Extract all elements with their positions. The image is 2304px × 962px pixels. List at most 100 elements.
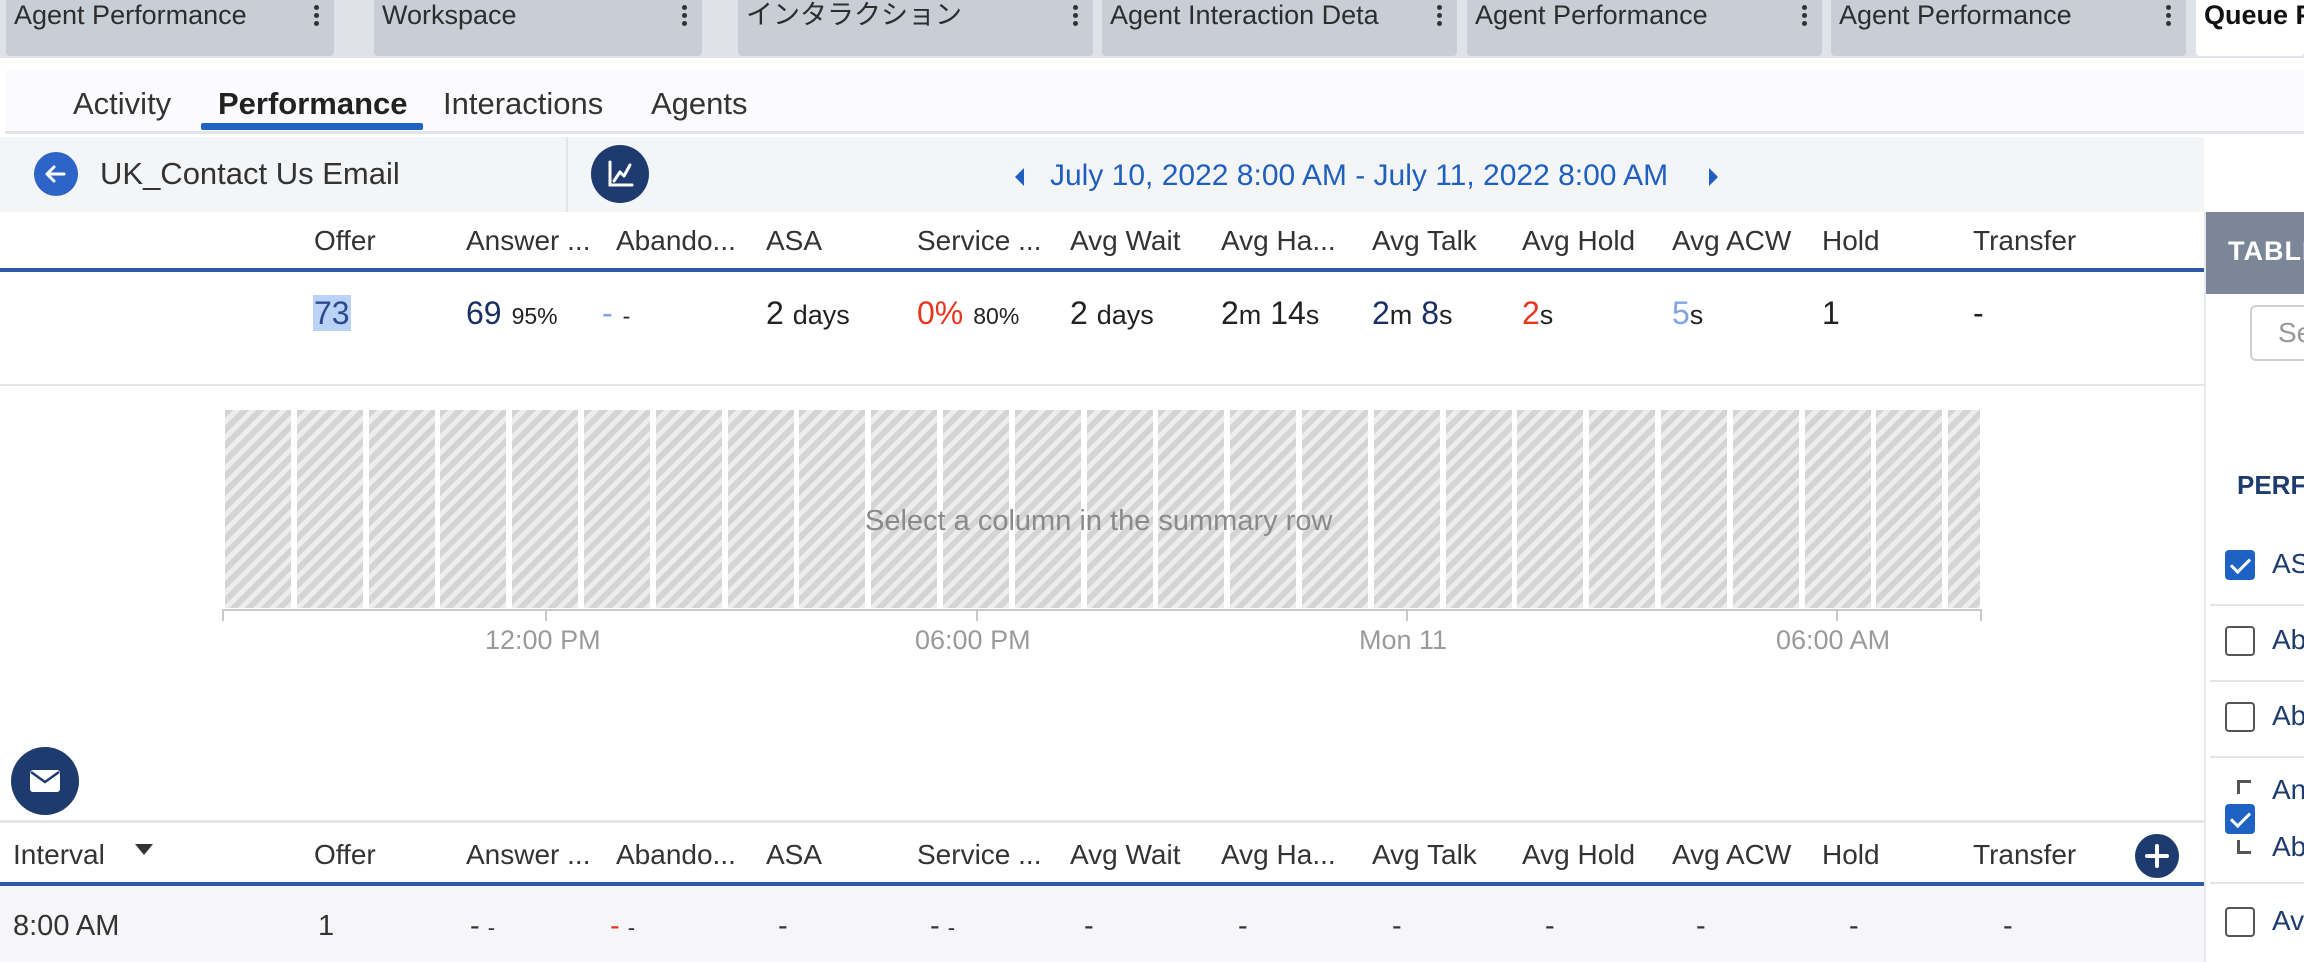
col-header-avg-acw[interactable]: Avg ACW: [1672, 838, 1791, 872]
col-header-abandon[interactable]: Abando...: [616, 224, 736, 258]
cell-avg-talk[interactable]: -: [1392, 908, 1402, 944]
chart-column[interactable]: [1373, 410, 1440, 608]
chart-column[interactable]: [1732, 410, 1799, 608]
chart-column[interactable]: [440, 410, 507, 608]
cell-service-level[interactable]: - -: [930, 908, 955, 946]
cell-avg-hold[interactable]: -: [1545, 908, 1555, 944]
cell-transfer[interactable]: -: [2003, 908, 2013, 944]
more-vertical-icon[interactable]: [1071, 2, 1079, 28]
more-vertical-icon[interactable]: [1435, 2, 1443, 28]
cell-avg-wait[interactable]: -: [1084, 908, 1094, 944]
email-media-button[interactable]: [11, 747, 79, 815]
app-tab-agent-performance-3[interactable]: Agent Performance: [1831, 0, 2186, 56]
chart-column[interactable]: [225, 410, 291, 608]
tab-performance[interactable]: Performance: [218, 84, 408, 124]
chart-column[interactable]: [1445, 410, 1512, 608]
chart-toggle-button[interactable]: [591, 145, 649, 203]
summary-avg-talk[interactable]: 2m 8s: [1372, 293, 1452, 335]
app-tab-queue-performance[interactable]: Queue P: [2196, 0, 2304, 56]
column-checkbox[interactable]: [2225, 550, 2255, 580]
summary-avg-acw[interactable]: 5s: [1672, 293, 1703, 335]
col-header-avg-hold[interactable]: Avg Hold: [1522, 224, 1635, 258]
cell-hold[interactable]: -: [1849, 908, 1859, 944]
col-header-avg-talk[interactable]: Avg Talk: [1372, 838, 1477, 872]
col-header-interval[interactable]: Interval: [13, 838, 105, 872]
column-checkbox[interactable]: [2225, 907, 2255, 937]
cell-avg-acw[interactable]: -: [1696, 908, 1706, 944]
cell-offer[interactable]: 1: [318, 908, 334, 944]
tab-agents[interactable]: Agents: [651, 84, 748, 124]
app-tab-workspace[interactable]: Workspace: [374, 0, 702, 56]
col-header-transfer[interactable]: Transfer: [1973, 838, 2076, 872]
chart-column[interactable]: [1589, 410, 1656, 608]
summary-offer[interactable]: 73: [313, 293, 351, 333]
chart-column[interactable]: [368, 410, 435, 608]
summary-abandon[interactable]: --: [602, 293, 630, 336]
col-header-asa[interactable]: ASA: [766, 838, 822, 872]
app-tab-label: Agent Performance: [14, 0, 247, 30]
col-header-asa[interactable]: ASA: [766, 224, 822, 258]
col-header-avg-acw[interactable]: Avg ACW: [1672, 224, 1791, 258]
summary-avg-handle[interactable]: 2m 14s: [1221, 293, 1319, 335]
column-checkbox[interactable]: [2225, 626, 2255, 656]
cell-answer[interactable]: - -: [470, 908, 495, 946]
col-header-transfer[interactable]: Transfer: [1973, 224, 2076, 258]
more-vertical-icon[interactable]: [1800, 2, 1808, 28]
next-date-icon[interactable]: [1709, 168, 1718, 186]
col-header-avg-handle[interactable]: Avg Ha...: [1221, 224, 1336, 258]
col-header-abandon[interactable]: Abando...: [616, 838, 736, 872]
col-header-service-level[interactable]: Service ...: [917, 224, 1041, 258]
col-header-answer[interactable]: Answer ...: [466, 838, 590, 872]
cell-asa[interactable]: -: [778, 908, 788, 944]
tab-activity[interactable]: Activity: [73, 84, 171, 124]
sort-caret-icon[interactable]: [135, 844, 153, 855]
summary-answer[interactable]: 69 95%: [466, 293, 558, 336]
previous-date-icon[interactable]: [1015, 168, 1024, 186]
chart-column[interactable]: [1876, 410, 1943, 608]
app-tab-agent-interaction-detail[interactable]: Agent Interaction Deta: [1102, 0, 1457, 56]
col-header-avg-talk[interactable]: Avg Talk: [1372, 224, 1477, 258]
col-header-avg-wait[interactable]: Avg Wait: [1070, 224, 1180, 258]
cell-abandon[interactable]: - -: [610, 908, 635, 946]
col-header-service-level[interactable]: Service ...: [917, 838, 1041, 872]
column-group-checkbox[interactable]: [2225, 804, 2255, 834]
summary-avg-hold[interactable]: 2s: [1522, 293, 1553, 335]
column-checkbox[interactable]: [2225, 702, 2255, 732]
summary-avg-wait[interactable]: 2 days: [1070, 293, 1154, 335]
chart-column[interactable]: [296, 410, 363, 608]
more-vertical-icon[interactable]: [312, 2, 320, 28]
more-vertical-icon[interactable]: [680, 2, 688, 28]
summary-asa[interactable]: 2 days: [766, 293, 850, 335]
app-tab-interactions-jp[interactable]: インタラクション: [738, 0, 1093, 56]
chart-column[interactable]: [512, 410, 579, 608]
chart-column[interactable]: [1661, 410, 1727, 608]
col-header-avg-hold[interactable]: Avg Hold: [1522, 838, 1635, 872]
chart-column[interactable]: [584, 410, 650, 608]
chart-column[interactable]: [727, 410, 794, 608]
col-header-hold[interactable]: Hold: [1822, 838, 1880, 872]
add-column-button[interactable]: [2135, 834, 2179, 878]
tab-interactions[interactable]: Interactions: [443, 84, 603, 124]
app-tab-agent-performance-1[interactable]: Agent Performance: [6, 0, 334, 56]
chart-column[interactable]: [1517, 410, 1584, 608]
col-header-offer[interactable]: Offer: [314, 838, 376, 872]
back-button[interactable]: [34, 152, 78, 196]
col-header-avg-handle[interactable]: Avg Ha...: [1221, 838, 1336, 872]
app-tab-agent-performance-2[interactable]: Agent Performance: [1467, 0, 1822, 56]
chart-column[interactable]: [1948, 410, 1980, 608]
date-range[interactable]: July 10, 2022 8:00 AM - July 11, 2022 8:…: [1050, 158, 1668, 194]
chart-column[interactable]: [1804, 410, 1871, 608]
col-header-answer[interactable]: Answer ...: [466, 224, 590, 258]
more-vertical-icon[interactable]: [2164, 2, 2172, 28]
cell-avg-handle[interactable]: -: [1238, 908, 1248, 944]
col-header-hold[interactable]: Hold: [1822, 224, 1880, 258]
chart-tick-label: Mon 11: [1359, 625, 1448, 655]
chart-column[interactable]: [799, 410, 866, 608]
col-header-offer[interactable]: Offer: [314, 224, 376, 258]
summary-service-level[interactable]: 0% 80%: [917, 293, 1019, 336]
col-header-avg-wait[interactable]: Avg Wait: [1070, 838, 1180, 872]
summary-transfer[interactable]: -: [1973, 293, 1984, 333]
summary-hold[interactable]: 1: [1822, 293, 1840, 333]
chart-column[interactable]: [655, 410, 722, 608]
column-search-input[interactable]: Se: [2250, 305, 2304, 361]
